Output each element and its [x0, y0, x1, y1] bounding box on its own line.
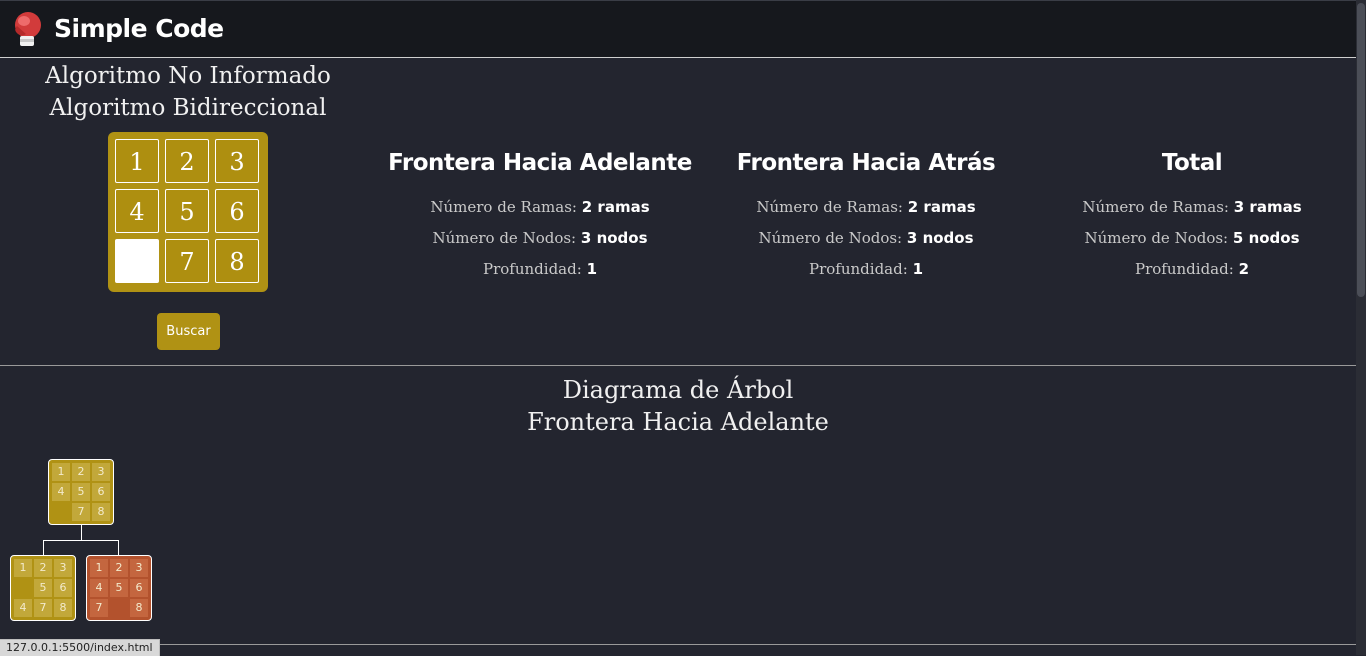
tree-cell: 1	[52, 463, 70, 481]
stats-backward: Frontera Hacia Atrás Número de Ramas: 2 …	[701, 147, 1031, 288]
boxing-glove-icon[interactable]	[11, 10, 43, 48]
tree-cell: 6	[92, 483, 110, 501]
tree-cell: 5	[34, 579, 52, 597]
tree-cell: 1	[90, 559, 108, 577]
bottom-divider	[0, 644, 1356, 645]
stat-branches: Número de Ramas: 2 ramas	[430, 198, 650, 216]
search-button[interactable]: Buscar	[157, 313, 220, 350]
tree-cell: 3	[130, 559, 148, 577]
puzzle-cell[interactable]: 7	[165, 239, 209, 283]
stat-nodes: Número de Nodos: 3 nodos	[758, 229, 974, 247]
status-bar-url: 127.0.0.1:5500/index.html	[0, 639, 160, 656]
stats-total: Total Número de Ramas: 3 ramas Número de…	[1027, 147, 1357, 288]
tree-cell: 4	[90, 579, 108, 597]
section-divider	[0, 365, 1356, 366]
tree-cell: 1	[14, 559, 32, 577]
tree-cell-empty	[52, 503, 70, 521]
stat-branches: Número de Ramas: 2 ramas	[756, 198, 976, 216]
tree-cell: 2	[34, 559, 52, 577]
stat-depth: Profundidad: 2	[1135, 260, 1249, 278]
puzzle-cell-empty[interactable]	[115, 239, 159, 283]
stat-nodes: Número de Nodos: 3 nodos	[432, 229, 648, 247]
puzzle-board: 123 45678	[108, 132, 268, 292]
tree-cell: 4	[14, 599, 32, 617]
tree-cell: 8	[92, 503, 110, 521]
tree-cell: 5	[72, 483, 90, 501]
tree-cell: 3	[92, 463, 110, 481]
tree-cell-empty	[14, 579, 32, 597]
tree-connector	[43, 540, 44, 555]
tree-cell: 5	[110, 579, 128, 597]
tree-node-root[interactable]: 123 45678	[48, 459, 114, 525]
tree-cell: 6	[130, 579, 148, 597]
tree-node-child[interactable]: 12356 478	[10, 555, 76, 621]
puzzle-cell[interactable]: 1	[115, 139, 159, 183]
tree-cell: 7	[72, 503, 90, 521]
puzzle-cell[interactable]: 8	[215, 239, 259, 283]
navbar: Simple Code	[0, 0, 1356, 58]
stats-title: Frontera Hacia Adelante	[388, 150, 692, 176]
scrollbar-thumb[interactable]	[1357, 3, 1365, 297]
tree-connector	[118, 540, 119, 555]
tree-cell: 8	[130, 599, 148, 617]
tree-cell: 7	[90, 599, 108, 617]
puzzle-cell[interactable]: 6	[215, 189, 259, 233]
tree-subheading: Frontera Hacia Adelante	[527, 408, 829, 436]
stats-title: Frontera Hacia Atrás	[736, 150, 996, 176]
tree-connector	[81, 525, 82, 540]
stat-depth: Profundidad: 1	[483, 260, 597, 278]
tree-title: Diagrama de Árbol Frontera Hacia Adelant…	[0, 374, 1356, 438]
tree-heading: Diagrama de Árbol	[562, 376, 794, 404]
stat-nodes: Número de Nodos: 5 nodos	[1084, 229, 1300, 247]
stat-branches: Número de Ramas: 3 ramas	[1082, 198, 1302, 216]
stats-forward: Frontera Hacia Adelante Número de Ramas:…	[375, 147, 705, 288]
tree-cell: 2	[110, 559, 128, 577]
puzzle-cell[interactable]: 2	[165, 139, 209, 183]
stat-depth: Profundidad: 1	[809, 260, 923, 278]
tree-cell: 6	[54, 579, 72, 597]
tree-cell-empty	[110, 599, 128, 617]
stats-title: Total	[1161, 150, 1223, 176]
algorithm-type: Algoritmo No Informado	[45, 63, 331, 89]
scrollbar[interactable]	[1356, 0, 1366, 655]
tree-cell: 7	[34, 599, 52, 617]
tree-connector	[43, 540, 119, 541]
puzzle-cell[interactable]: 4	[115, 189, 159, 233]
tree-cell: 2	[72, 463, 90, 481]
tree-cell: 4	[52, 483, 70, 501]
tree-cell: 8	[54, 599, 72, 617]
puzzle-cell[interactable]: 3	[215, 139, 259, 183]
algorithm-name: Algoritmo Bidireccional	[49, 95, 327, 121]
tree-cell: 3	[54, 559, 72, 577]
brand-name[interactable]: Simple Code	[54, 14, 224, 43]
puzzle-cell[interactable]: 5	[165, 189, 209, 233]
algorithm-title: Algoritmo No Informado Algoritmo Bidirec…	[0, 60, 376, 124]
tree-node-child[interactable]: 123 456 7 8	[86, 555, 152, 621]
